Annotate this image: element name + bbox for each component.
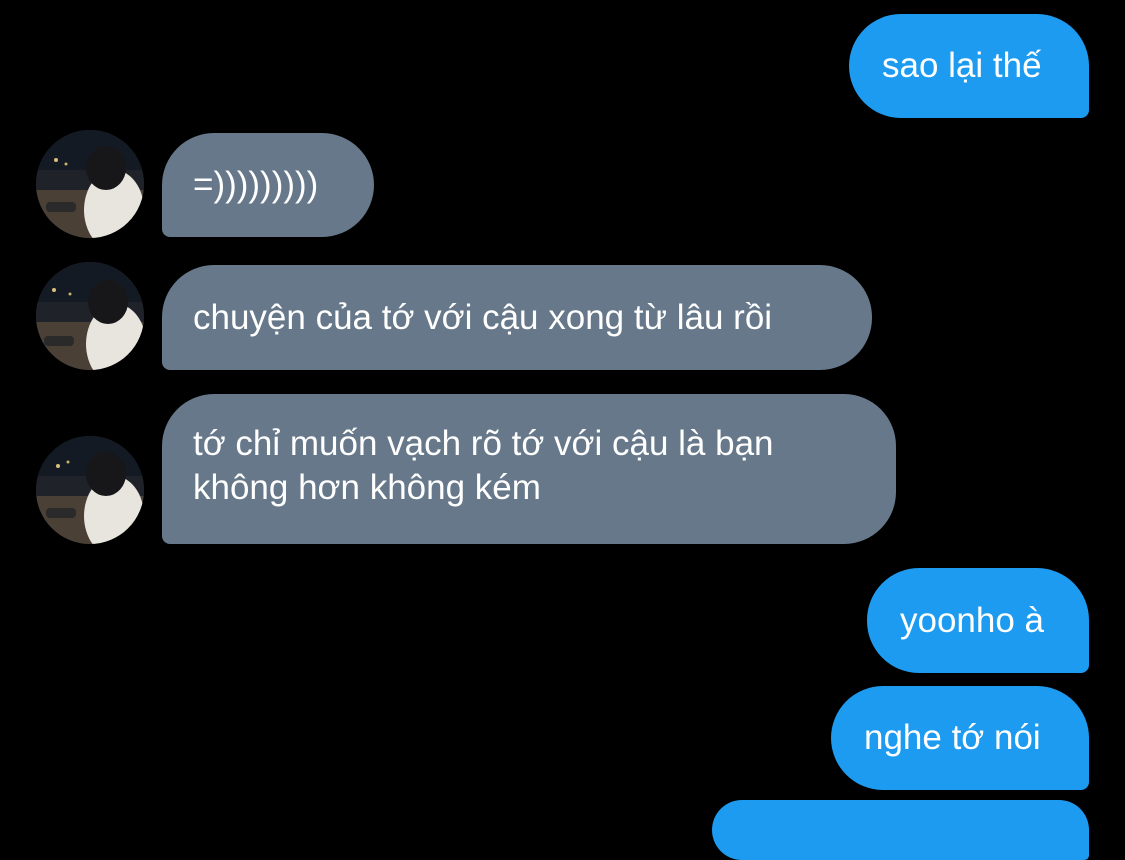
sent-message-bubble[interactable]: yoonho à bbox=[867, 568, 1089, 673]
user-photo-avatar-icon bbox=[36, 262, 144, 370]
message-text: sao lại thế bbox=[882, 46, 1042, 85]
sent-message-bubble[interactable]: nghe tớ nói bbox=[831, 686, 1089, 790]
received-message-bubble[interactable]: chuyện của tớ với cậu xong từ lâu rồi bbox=[162, 265, 872, 370]
message-line: tớ chỉ muốn vạch rõ tớ với cậu là bạn bbox=[193, 424, 774, 463]
user-photo-avatar-icon bbox=[36, 436, 144, 544]
message-text: yoonho à bbox=[900, 600, 1045, 640]
received-message-bubble[interactable]: =))))))))) bbox=[162, 133, 374, 237]
message-line: không hơn không kém bbox=[193, 468, 541, 507]
message-text: tớ chỉ muốn vạch rõ tớ với cậu là bạn kh… bbox=[193, 422, 774, 510]
contact-avatar[interactable] bbox=[36, 130, 144, 238]
user-photo-avatar-icon bbox=[36, 130, 144, 238]
message-text: chuyện của tớ với cậu xong từ lâu rồi bbox=[193, 297, 773, 337]
sent-message-bubble[interactable]: sao lại thế bbox=[849, 14, 1089, 118]
received-message-bubble[interactable]: tớ chỉ muốn vạch rõ tớ với cậu là bạn kh… bbox=[162, 394, 896, 544]
message-text: =))))))))) bbox=[193, 165, 319, 204]
contact-avatar[interactable] bbox=[36, 436, 144, 544]
contact-avatar[interactable] bbox=[36, 262, 144, 370]
next-message-bubble-edge bbox=[712, 800, 1089, 860]
message-text: nghe tớ nói bbox=[864, 718, 1041, 757]
